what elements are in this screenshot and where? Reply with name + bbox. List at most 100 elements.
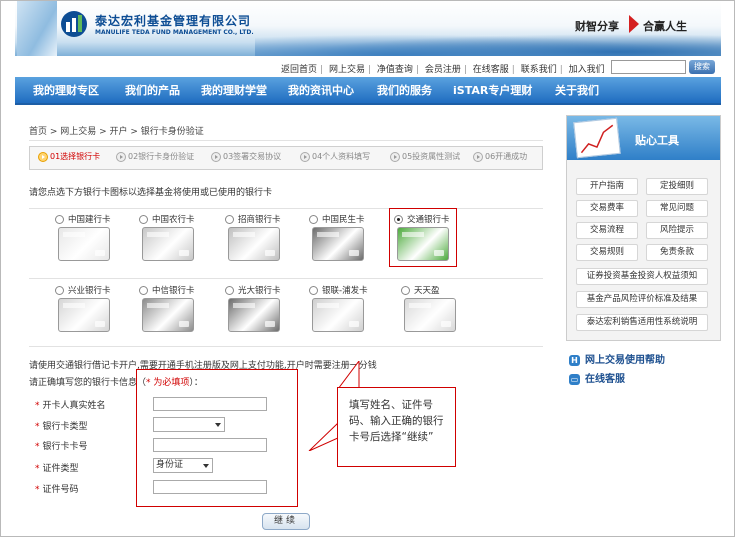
nav-item-my-wealth[interactable]: 我的理财专区 [33, 77, 99, 105]
top-links: 返回首页 | 网上交易 | 净值查询 | 会员注册 | 在线客服 | 联系我们 | 加入我们 [281, 65, 605, 75]
tool-trade-process[interactable]: 交易流程 [576, 222, 638, 239]
tools-header: 贴心工具 [567, 116, 720, 160]
play-icon [38, 151, 48, 162]
toplink-online-service[interactable]: 在线客服 [473, 65, 509, 75]
tool-suitability[interactable]: 泰达宏利销售适用性系统说明 [576, 314, 708, 331]
bank-option-tiantianying[interactable]: 天天盈 [401, 284, 473, 332]
continue-button[interactable]: 继续 [262, 513, 310, 530]
tools-panel: 贴心工具 开户指南 定投细则 交易费率 常见问题 交易流程 风险提示 交易规则 … [566, 115, 721, 341]
radio-button [309, 215, 318, 224]
label-cardholder-name: * 开卡人真实姓名 [35, 401, 106, 411]
cardholder-name-input[interactable] [153, 397, 267, 411]
step-select-card: 01选择银行卡 [38, 151, 100, 162]
tools-title: 贴心工具 [635, 134, 679, 147]
nav-item-news[interactable]: 我的资讯中心 [288, 77, 354, 105]
bank-option-citic[interactable]: 中信银行卡 [139, 284, 211, 332]
label-id-number: * 证件号码 [35, 485, 79, 495]
play-icon [390, 151, 400, 162]
toplink-nav-query[interactable]: 净值查询 [377, 65, 413, 75]
bank-option-cmbc[interactable]: 中国民生卡 [309, 213, 381, 261]
company-name-en: MANULIFE TEDA FUND MANAGEMENT CO., LTD. [95, 29, 254, 36]
cmb-card-icon [228, 227, 280, 261]
divider [29, 208, 543, 209]
tool-risk-rating[interactable]: 基金产品风险评价标准及结果 [576, 291, 708, 308]
progress-steps: 01选择银行卡 02银行卡身份验证 03签署交易协议 04个人资料填写 05投资… [29, 146, 543, 170]
callout-text: 填写姓名、证件号码、输入正确的银行卡号后选择“继续” [349, 399, 444, 443]
tool-investor-rights[interactable]: 证券投资基金投资人权益须知 [576, 268, 708, 285]
divider [29, 278, 543, 279]
unionpay-card-icon [312, 298, 364, 332]
label-card-type: * 银行卡类型 [35, 422, 88, 432]
nav-item-istar[interactable]: iSTAR专户理财 [453, 77, 532, 105]
nav-item-school[interactable]: 我的理财学堂 [201, 77, 267, 105]
ocean-decoration [255, 31, 721, 56]
card-number-input[interactable] [153, 438, 267, 452]
tool-risk-notice[interactable]: 风险提示 [646, 222, 708, 239]
radio-button [401, 286, 410, 295]
ceb-card-icon [228, 298, 280, 332]
id-number-input[interactable] [153, 480, 267, 494]
toplink-join[interactable]: 加入我们 [569, 65, 605, 75]
citic-card-icon [142, 298, 194, 332]
page-frame: 泰达宏利基金管理有限公司 MANULIFE TEDA FUND MANAGEME… [0, 0, 735, 537]
radio-button [225, 286, 234, 295]
bank-option-cib[interactable]: 兴业银行卡 [55, 284, 127, 332]
id-type-select[interactable]: 身份证 [153, 458, 213, 473]
slogan-left: 财智分享 [575, 20, 619, 33]
toplink-online-trade[interactable]: 网上交易 [329, 65, 365, 75]
chat-icon: ▭ [569, 373, 580, 385]
slogan-right: 合赢人生 [643, 20, 687, 33]
tool-faq[interactable]: 常见问题 [646, 200, 708, 217]
step-risk-test: 05投资属性测试 [390, 151, 460, 162]
toplink-register[interactable]: 会员注册 [425, 65, 461, 75]
nav-item-products[interactable]: 我们的产品 [125, 77, 180, 105]
bank-option-cmb[interactable]: 招商银行卡 [225, 213, 297, 261]
bank-option-ccb[interactable]: 中国建行卡 [55, 213, 127, 261]
step-profile: 04个人资料填写 [300, 151, 370, 162]
divider [29, 346, 543, 347]
label-id-type: * 证件类型 [35, 464, 79, 474]
main-nav: 我的理财专区 我们的产品 我的理财学堂 我的资讯中心 我们的服务 iSTAR专户… [15, 77, 721, 105]
bank-option-abc[interactable]: 中国农行卡 [139, 213, 211, 261]
abc-card-icon [142, 227, 194, 261]
radio-button [139, 286, 148, 295]
chevron-down-icon [215, 423, 221, 427]
sail-decoration [17, 1, 57, 56]
nav-item-about[interactable]: 关于我们 [555, 77, 599, 105]
link-online-service[interactable]: ▭ 在线客服 [569, 370, 625, 385]
play-icon [211, 151, 221, 162]
tool-open-guide[interactable]: 开户指南 [576, 178, 638, 195]
play-icon [473, 151, 483, 162]
tiantianying-card-icon [404, 298, 456, 332]
radio-button [225, 215, 234, 224]
divider [29, 140, 543, 141]
tool-disclaimer[interactable]: 免责条款 [646, 244, 708, 261]
bank-option-ceb[interactable]: 光大银行卡 [225, 284, 297, 332]
radio-button [309, 286, 318, 295]
toplink-home[interactable]: 返回首页 [281, 65, 317, 75]
company-name-cn: 泰达宏利基金管理有限公司 [95, 14, 252, 28]
instruction-text: 请您点选下方银行卡图标以选择基金将使用或已使用的银行卡 [29, 188, 273, 198]
search-input[interactable] [611, 60, 686, 74]
search-button[interactable]: 搜索 [689, 60, 715, 74]
toplink-contact[interactable]: 联系我们 [521, 65, 557, 75]
selected-card-highlight [389, 208, 457, 267]
play-icon [116, 151, 126, 162]
chart-paper-icon [573, 117, 621, 159]
breadcrumb: 首页 > 网上交易 > 开户 > 银行卡身份验证 [29, 127, 204, 137]
label-card-number: * 银行卡卡号 [35, 442, 88, 452]
tool-fixed-invest[interactable]: 定投细则 [646, 178, 708, 195]
step-sign-agreement: 03签署交易协议 [211, 151, 281, 162]
chevron-down-icon [203, 464, 209, 468]
card-type-select[interactable] [153, 417, 225, 432]
step-card-verify: 02银行卡身份验证 [116, 151, 194, 162]
tool-trade-rules[interactable]: 交易规则 [576, 244, 638, 261]
step-success: 06开通成功 [473, 151, 527, 162]
tool-fee-rate[interactable]: 交易费率 [576, 200, 638, 217]
bank-option-unionpay-spdb[interactable]: 银联-浦发卡 [309, 284, 381, 332]
play-icon [300, 151, 310, 162]
cib-card-icon [58, 298, 110, 332]
link-online-trade-help[interactable]: H 网上交易使用帮助 [569, 351, 665, 366]
nav-item-services[interactable]: 我们的服务 [377, 77, 432, 105]
radio-button [55, 215, 64, 224]
